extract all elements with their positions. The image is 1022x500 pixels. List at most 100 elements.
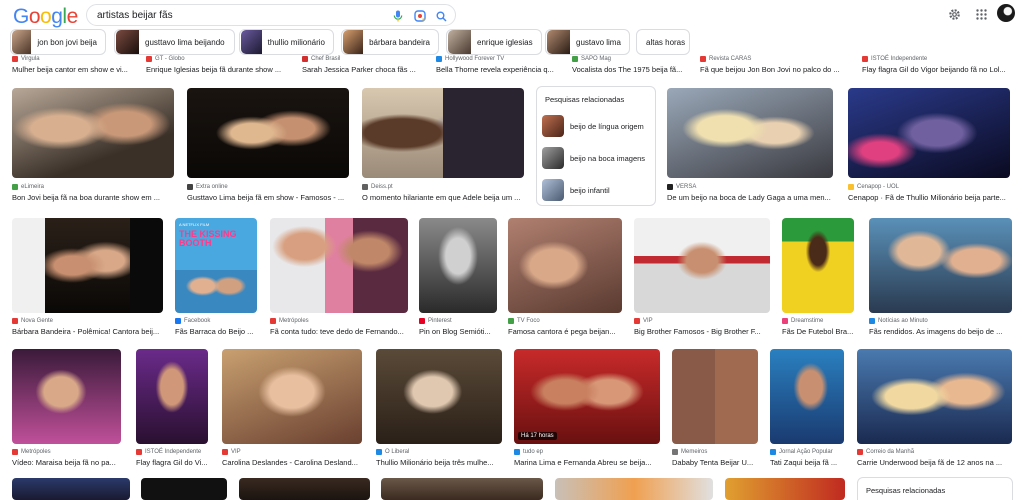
source-favicon: [362, 184, 368, 190]
result-source: GT - Globo: [146, 56, 185, 62]
result-image[interactable]: [12, 478, 130, 500]
result-title: Enrique Iglesias beija fã durante show .…: [146, 65, 282, 74]
result-tile[interactable]: Dreamstime Fãs De Futebol Bra...: [782, 218, 854, 338]
result-tile[interactable]: Nova Gente Bárbara Bandeira - Polêmica! …: [12, 218, 163, 338]
result-image[interactable]: [362, 88, 524, 178]
result-tile[interactable]: Extra online Gusttavo Lima beija fã em s…: [187, 88, 349, 206]
result-tile[interactable]: Notícias ao Minuto Fãs rendidos. As imag…: [869, 218, 1012, 338]
result-tile[interactable]: Virgula Mulher beija cantor em show e vi…: [12, 56, 142, 78]
google-logo[interactable]: Google: [13, 5, 78, 29]
result-tile[interactable]: [725, 478, 845, 500]
result-image[interactable]: [381, 478, 543, 500]
result-tile[interactable]: Chef Brasil Sarah Jessica Parker choca f…: [302, 56, 432, 78]
related-label: beijo na boca imagens: [570, 153, 646, 163]
result-tile[interactable]: TV Foco Famosa cantora é pega beijan...: [508, 218, 622, 338]
search-box[interactable]: [86, 4, 456, 26]
result-tile[interactable]: Cenapop - UOL Cenapop · Fã de Thullio Mi…: [848, 88, 1010, 206]
result-tile[interactable]: Pinterest Pin on Blog Semióti...: [419, 218, 497, 338]
source-favicon: [700, 56, 706, 62]
result-image[interactable]: [869, 218, 1012, 313]
result-tile[interactable]: Revista CARAS Fã que beijou Jon Bon Jovi…: [700, 56, 852, 78]
result-image[interactable]: [770, 349, 844, 444]
related-item[interactable]: beijo na boca imagens: [542, 146, 652, 170]
result-image[interactable]: [222, 349, 362, 444]
microphone-icon[interactable]: [390, 8, 406, 24]
result-tile[interactable]: eLimeira Bon Jovi beija fã na boa durant…: [12, 88, 174, 206]
result-tile[interactable]: Metrópoles Vídeo: Maraisa beija fã no pa…: [12, 349, 121, 469]
result-tile[interactable]: Memeiros Dababy Tenta Beijar U...: [672, 349, 758, 469]
result-title: O momento hilariante em que Adele beija …: [362, 193, 521, 202]
chip-altas-horas[interactable]: altas horas: [636, 29, 690, 55]
related-item[interactable]: beijo infantil: [542, 178, 652, 202]
result-title: Famosa cantora é pega beijan...: [508, 327, 616, 336]
source-name: TV Foco: [517, 318, 540, 324]
result-image[interactable]: [725, 478, 845, 500]
result-image[interactable]: [857, 349, 1012, 444]
result-tile[interactable]: Deiss.pt O momento hilariante em que Ade…: [362, 88, 524, 206]
result-image[interactable]: [187, 88, 349, 178]
result-tile[interactable]: VERSA De um beijo na boca de Lady Gaga a…: [667, 88, 833, 206]
source-favicon: [848, 184, 854, 190]
result-image[interactable]: [12, 218, 163, 313]
source-favicon: [508, 318, 514, 324]
result-tile[interactable]: [555, 478, 713, 500]
result-tile[interactable]: Há 17 horas tudo ep Marina Lima e Fernan…: [514, 349, 660, 469]
result-source: Revista CARAS: [700, 56, 751, 62]
result-tile[interactable]: SAPO Mag Vocalista dos The 1975 beija fã…: [572, 56, 692, 78]
account-avatar[interactable]: [997, 4, 1015, 22]
chip-jon-bon-jovi[interactable]: jon bon jovi beija: [10, 29, 106, 55]
result-tile[interactable]: VIP Big Brother Famosos - Big Brother F.…: [634, 218, 770, 338]
result-tile[interactable]: [381, 478, 543, 500]
result-image[interactable]: [508, 218, 622, 313]
poster-cast: [183, 268, 249, 313]
chip-thullio[interactable]: thullio milionário: [239, 29, 334, 55]
result-image[interactable]: [141, 478, 227, 500]
result-image[interactable]: [667, 88, 833, 178]
result-tile[interactable]: O Liberal Thullio Milionário beija três …: [376, 349, 502, 469]
result-tile[interactable]: [239, 478, 370, 500]
result-tile[interactable]: Hollywood Forever TV Bella Thorne revela…: [436, 56, 564, 78]
result-source: eLimeira: [12, 184, 44, 190]
source-favicon: [572, 56, 578, 62]
result-tile[interactable]: Jornal Ação Popular Tati Zaqui beija fã …: [770, 349, 844, 469]
result-tile[interactable]: A NETFLIX FILM THE KISSING BOOTH Faceboo…: [175, 218, 257, 338]
lens-icon[interactable]: [412, 8, 428, 24]
result-image[interactable]: [239, 478, 370, 500]
result-image[interactable]: [136, 349, 208, 444]
result-image[interactable]: [376, 349, 502, 444]
result-tile[interactable]: GT - Globo Enrique Iglesias beija fã dur…: [146, 56, 296, 78]
related-item[interactable]: beijo de língua origem: [542, 114, 652, 138]
settings-gear-icon[interactable]: [946, 6, 962, 22]
result-image[interactable]: [12, 349, 121, 444]
search-input[interactable]: [97, 9, 387, 22]
source-favicon: [634, 318, 640, 324]
result-tile[interactable]: Correio da Manhã Carrie Underwood beija …: [857, 349, 1012, 469]
result-image[interactable]: [555, 478, 713, 500]
result-tile[interactable]: [12, 478, 130, 500]
result-image[interactable]: [634, 218, 770, 313]
chip-gustavo-lima[interactable]: gustavo lima: [545, 29, 630, 55]
result-image[interactable]: A NETFLIX FILM THE KISSING BOOTH: [175, 218, 257, 313]
chip-enrique-iglesias[interactable]: enrique iglesias: [446, 29, 542, 55]
result-tile[interactable]: ISTOÉ Independente Flay flagra Gil do Vi…: [136, 349, 208, 469]
result-source: Cenapop - UOL: [848, 184, 899, 190]
search-icon[interactable]: [433, 8, 449, 24]
apps-grid-icon[interactable]: [973, 6, 989, 22]
result-image[interactable]: [419, 218, 497, 313]
result-image[interactable]: Há 17 horas: [514, 349, 660, 444]
chip-gusttavo-lima[interactable]: gusttavo lima beijando: [114, 29, 235, 55]
result-image[interactable]: [848, 88, 1010, 178]
chip-barbara-bandeira[interactable]: bárbara bandeira: [341, 29, 439, 55]
poster-title: THE KISSING BOOTH: [179, 229, 237, 248]
source-favicon: [12, 56, 18, 62]
result-tile[interactable]: VIP Carolina Deslandes - Carolina Deslan…: [222, 349, 362, 469]
result-image[interactable]: [12, 88, 174, 178]
result-image[interactable]: [672, 349, 758, 444]
result-tile[interactable]: ISTOÉ Independente Flay flagra Gil do Vi…: [862, 56, 1012, 78]
source-favicon: [12, 318, 18, 324]
source-name: Dreamstime: [791, 318, 824, 324]
result-tile[interactable]: [141, 478, 227, 500]
result-image[interactable]: [782, 218, 854, 313]
result-tile[interactable]: Metrópoles Fã conta tudo: teve dedo de F…: [270, 218, 408, 338]
result-image[interactable]: [270, 218, 408, 313]
